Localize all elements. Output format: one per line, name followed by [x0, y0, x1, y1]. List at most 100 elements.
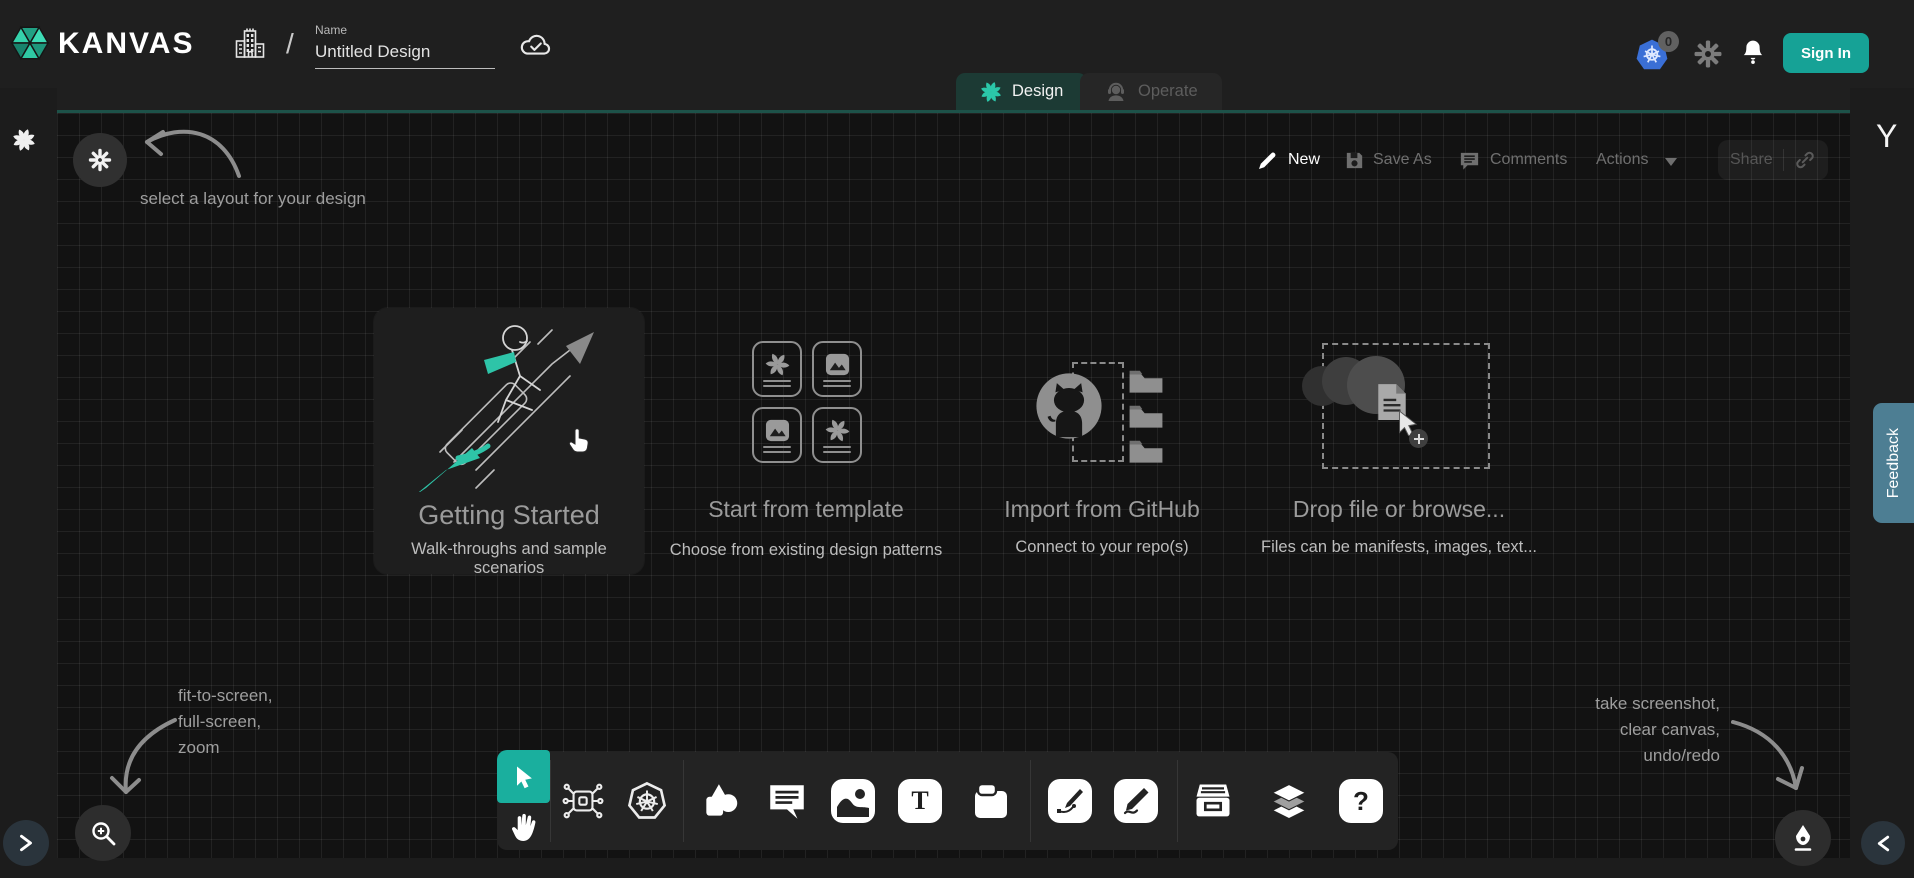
help-tool[interactable]: ?	[1339, 779, 1383, 823]
left-edge-strip	[0, 88, 57, 878]
pencil-scribble-icon	[1121, 786, 1151, 816]
sign-in-button[interactable]: Sign In	[1783, 33, 1869, 73]
template-tile-image[interactable]	[752, 407, 802, 463]
zoom-hint-text: fit-to-screen, full-screen, zoom	[178, 683, 272, 761]
dock-divider	[683, 760, 684, 842]
kubernetes-wheel-icon	[625, 779, 669, 823]
new-pencil-icon[interactable]	[1256, 148, 1280, 172]
image-icon	[836, 785, 870, 817]
shapes-icon	[699, 780, 743, 822]
chevron-left-icon	[1877, 835, 1890, 852]
tools-dock: T	[497, 752, 1398, 850]
components-circuit-tool[interactable]	[561, 779, 605, 823]
drop-card-subtitle: Files can be manifests, images, text...	[1239, 538, 1559, 557]
meshery-spiral-icon[interactable]	[12, 128, 36, 152]
template-card-subtitle: Choose from existing design patterns	[656, 541, 956, 560]
layers-tool[interactable]	[1267, 779, 1311, 823]
template-spiral-icon	[825, 418, 850, 443]
new-button[interactable]: New	[1288, 151, 1320, 169]
expand-left-panel-button[interactable]	[3, 820, 49, 866]
save-as-floppy-icon[interactable]	[1343, 149, 1366, 172]
pen-nib-icon	[1790, 823, 1816, 853]
rocket-sketch-illustration	[402, 320, 622, 492]
organization-building-icon[interactable]	[232, 26, 268, 62]
hand-cursor-icon	[566, 426, 592, 458]
feedback-label: Feedback	[1885, 428, 1903, 498]
select-tool-button[interactable]	[497, 750, 550, 803]
share-label: Share	[1730, 151, 1773, 169]
zoom-hint-arrow	[95, 712, 180, 804]
pen-tool[interactable]	[1048, 779, 1092, 823]
template-tile-image[interactable]	[812, 341, 862, 397]
collab-y-icon: Y	[1876, 118, 1897, 155]
pencil-tool[interactable]	[1114, 779, 1158, 823]
layers-icon	[1267, 780, 1311, 822]
notifications-bell-icon[interactable]	[1740, 38, 1766, 68]
template-tiles[interactable]	[752, 341, 864, 463]
share-link-icon	[1794, 149, 1816, 171]
kanvas-logo-icon[interactable]	[10, 23, 50, 63]
layout-hint-arrow	[135, 112, 245, 187]
pen-actions-button[interactable]	[1775, 810, 1831, 866]
share-button[interactable]: Share	[1718, 140, 1828, 180]
magnifier-plus-icon	[89, 819, 117, 847]
github-card-subtitle: Connect to your repo(s)	[952, 538, 1252, 557]
notes-icon	[970, 780, 1012, 822]
text-tool[interactable]: T	[898, 779, 942, 823]
bottom-edge-strip	[57, 855, 1850, 878]
zoom-button[interactable]	[75, 805, 131, 861]
drop-card-title[interactable]: Drop file or browse...	[1249, 496, 1549, 523]
share-divider	[1783, 149, 1784, 171]
screenshot-hint-text: take screenshot, clear canvas, undo/redo	[1520, 691, 1720, 769]
repo-folder-icon	[1128, 438, 1164, 464]
comments-bubble-icon[interactable]	[1458, 149, 1481, 172]
tab-design[interactable]: Design	[956, 73, 1087, 110]
image-tool[interactable]	[831, 779, 875, 823]
screenshot-hint-arrow	[1725, 712, 1815, 797]
breadcrumb-separator: /	[286, 28, 294, 60]
kanvas-app: KANVAS / Name	[0, 0, 1914, 878]
add-file-plus-icon	[1409, 429, 1428, 448]
dock-divider	[1030, 760, 1031, 842]
template-tile-spiral[interactable]	[812, 407, 862, 463]
text-tool-glyph: T	[911, 786, 928, 816]
actions-menu[interactable]: Actions	[1596, 151, 1648, 169]
operator-headset-icon	[1104, 80, 1128, 104]
tab-operate-label: Operate	[1138, 82, 1198, 101]
template-tile-spiral[interactable]	[752, 341, 802, 397]
repo-folder-icon	[1128, 403, 1164, 429]
kubernetes-tool[interactable]	[625, 779, 669, 823]
template-image-icon	[765, 418, 790, 443]
sparkle-asterisk-icon	[88, 148, 112, 172]
settings-gear-icon[interactable]	[1694, 40, 1722, 68]
pen-bezier-icon	[1055, 786, 1085, 816]
design-name-input[interactable]	[315, 40, 495, 69]
github-octocat-icon[interactable]	[1034, 371, 1104, 441]
card-getting-started[interactable]: Getting Started Walk-throughs and sample…	[374, 308, 644, 574]
shapes-tool[interactable]	[699, 779, 743, 823]
pan-tool-button[interactable]	[505, 806, 543, 846]
notes-tool[interactable]	[969, 779, 1013, 823]
cloud-saved-icon	[518, 30, 554, 58]
template-card-title[interactable]: Start from template	[656, 496, 956, 523]
save-as-button[interactable]: Save As	[1373, 151, 1432, 169]
feedback-tab[interactable]: Feedback	[1873, 403, 1914, 523]
design-spiral-icon	[980, 81, 1002, 103]
comment-tool[interactable]	[765, 779, 809, 823]
dock-divider	[1177, 760, 1178, 842]
layout-hint-text: select a layout for your design	[140, 186, 366, 212]
tab-operate[interactable]: Operate	[1080, 73, 1222, 110]
comments-button[interactable]: Comments	[1490, 151, 1567, 169]
getting-started-subtitle: Walk-throughs and sample scenarios	[374, 540, 644, 578]
help-tool-glyph: ?	[1353, 786, 1369, 817]
collapse-right-panel-button[interactable]	[1861, 821, 1905, 865]
chevron-right-icon	[19, 834, 33, 852]
actions-caret-icon	[1665, 158, 1677, 166]
dock-divider	[550, 760, 551, 842]
drawer-tool[interactable]	[1191, 779, 1235, 823]
github-card-title[interactable]: Import from GitHub	[952, 496, 1252, 523]
select-cursor-icon	[510, 763, 538, 791]
layout-sparkle-button[interactable]	[73, 133, 127, 187]
template-spiral-icon	[765, 352, 790, 377]
tab-design-label: Design	[1012, 82, 1063, 101]
